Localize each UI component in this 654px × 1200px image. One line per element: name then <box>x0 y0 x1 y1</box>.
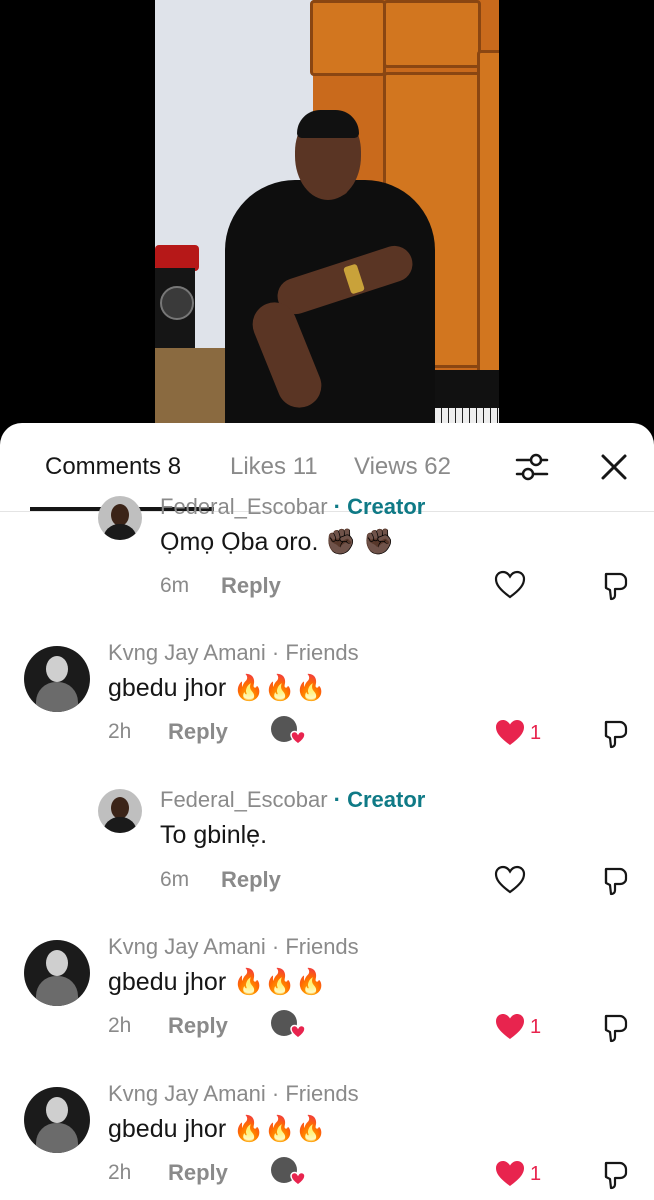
creator-liked-heart-icon <box>290 730 306 745</box>
friends-badge: · Friends <box>271 640 359 665</box>
dislike-button[interactable] <box>598 570 630 607</box>
comment-author[interactable]: Kvng Jay Amani <box>108 934 266 959</box>
reply-button[interactable]: Reply <box>221 867 281 893</box>
avatar[interactable] <box>98 496 142 540</box>
reply-button[interactable]: Reply <box>168 1013 228 1039</box>
reply-button[interactable]: Reply <box>168 1160 228 1186</box>
creator-badge: · Creator <box>333 787 426 812</box>
comment-text: Ọmọ Ọba oro. ✊🏿 ✊🏿 <box>160 528 395 556</box>
comment-time: 2h <box>108 1014 132 1037</box>
video-cabinet <box>383 0 481 68</box>
like-button[interactable] <box>494 1159 526 1194</box>
comment-reply: Federal_Escobar · Creator Ọmọ Ọba oro. ✊… <box>0 494 654 622</box>
reply-button[interactable]: Reply <box>221 573 281 599</box>
comment-author[interactable]: Federal_Escobar <box>160 494 328 519</box>
comment-item: Kvng Jay Amani · Friends gbedu jhor 🔥🔥🔥 … <box>0 638 654 778</box>
sliders-icon <box>515 453 549 481</box>
comment-time: 2h <box>108 1161 132 1184</box>
filter-button[interactable] <box>514 449 550 485</box>
thumbs-down-icon <box>604 720 628 749</box>
avatar[interactable] <box>24 940 90 1006</box>
dislike-button[interactable] <box>598 718 630 755</box>
comment-item: Kvng Jay Amani · Friends gbedu jhor 🔥🔥🔥 … <box>0 932 654 1072</box>
like-count: 1 <box>530 722 542 744</box>
dislike-button[interactable] <box>598 1159 630 1196</box>
heart-icon <box>494 570 526 599</box>
like-button[interactable] <box>494 570 526 605</box>
reply-button[interactable]: Reply <box>168 719 228 745</box>
comment-author[interactable]: Federal_Escobar <box>160 787 328 812</box>
video-speaker <box>155 268 195 348</box>
thumbs-down-icon <box>604 1014 628 1043</box>
comment-meta: Kvng Jay Amani · Friends <box>108 1081 359 1107</box>
video-cabinet <box>310 0 386 76</box>
friends-badge: · Friends <box>271 934 359 959</box>
friends-badge: · Friends <box>271 1081 359 1106</box>
like-button[interactable] <box>494 718 526 753</box>
avatar[interactable] <box>24 1087 90 1153</box>
comment-meta: Federal_Escobar · Creator <box>160 787 425 813</box>
like-button[interactable] <box>494 1012 526 1047</box>
video-preview[interactable] <box>155 0 499 440</box>
comment-meta: Kvng Jay Amani · Friends <box>108 640 359 666</box>
heart-icon <box>494 865 526 894</box>
comment-text: To gbinlẹ. <box>160 821 268 849</box>
like-button[interactable] <box>494 865 526 900</box>
creator-badge: · Creator <box>333 494 426 519</box>
close-button[interactable] <box>596 449 632 485</box>
comment-author[interactable]: Kvng Jay Amani <box>108 640 266 665</box>
dislike-button[interactable] <box>598 1012 630 1049</box>
thumbs-down-icon <box>604 1161 628 1190</box>
comment-time: 6m <box>160 868 190 891</box>
heart-filled-icon <box>496 1014 524 1039</box>
like-count: 1 <box>530 1016 542 1038</box>
video-cabinet <box>477 50 499 376</box>
heart-filled-icon <box>496 720 524 745</box>
tab-views[interactable]: Views 62 <box>354 453 451 481</box>
thumbs-down-icon <box>604 867 628 896</box>
tab-comments[interactable]: Comments 8 <box>45 453 181 481</box>
comment-reply: Federal_Escobar · Creator To gbinlẹ. 6m … <box>0 785 654 915</box>
dislike-button[interactable] <box>598 865 630 902</box>
comment-text: gbedu jhor 🔥🔥🔥 <box>108 968 327 996</box>
comments-sheet: Comments 8 Likes 11 Views 62 Federal_Esc… <box>0 423 654 1200</box>
comment-time: 2h <box>108 720 132 743</box>
video-person-hair <box>297 110 359 138</box>
creator-liked-heart-icon <box>290 1171 306 1186</box>
comment-meta: Federal_Escobar · Creator <box>160 494 425 520</box>
comment-text: gbedu jhor 🔥🔥🔥 <box>108 1115 327 1143</box>
thumbs-down-icon <box>604 572 628 601</box>
heart-filled-icon <box>496 1161 524 1186</box>
like-count: 1 <box>530 1163 542 1185</box>
avatar[interactable] <box>98 789 142 833</box>
tab-likes[interactable]: Likes 11 <box>230 453 318 481</box>
comment-meta: Kvng Jay Amani · Friends <box>108 934 359 960</box>
comment-time: 6m <box>160 574 190 597</box>
close-icon <box>601 454 627 480</box>
comment-author[interactable]: Kvng Jay Amani <box>108 1081 266 1106</box>
comment-text: gbedu jhor 🔥🔥🔥 <box>108 674 327 702</box>
creator-liked-heart-icon <box>290 1024 306 1039</box>
avatar[interactable] <box>24 646 90 712</box>
comment-item: Kvng Jay Amani · Friends gbedu jhor 🔥🔥🔥 … <box>0 1079 654 1200</box>
